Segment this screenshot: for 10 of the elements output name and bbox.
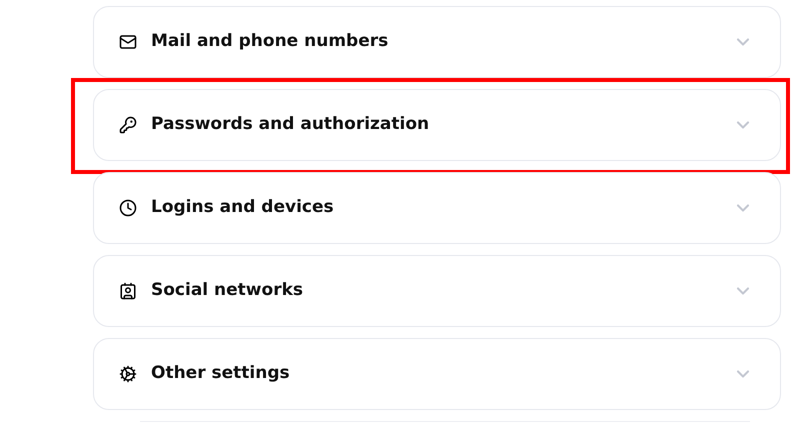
section-header[interactable]: Social networks	[93, 255, 781, 327]
id-badge-icon	[119, 282, 137, 300]
section-header[interactable]: Logins and devices	[93, 172, 781, 244]
section-header[interactable]: Other settings	[93, 338, 781, 410]
gear-icon	[119, 365, 137, 383]
section-header[interactable]: Mail and phone numbers	[93, 6, 781, 78]
clock-icon	[119, 199, 137, 217]
mail-icon	[119, 33, 137, 51]
key-icon	[119, 116, 137, 134]
section-header[interactable]: Passwords and authorization	[93, 89, 781, 161]
